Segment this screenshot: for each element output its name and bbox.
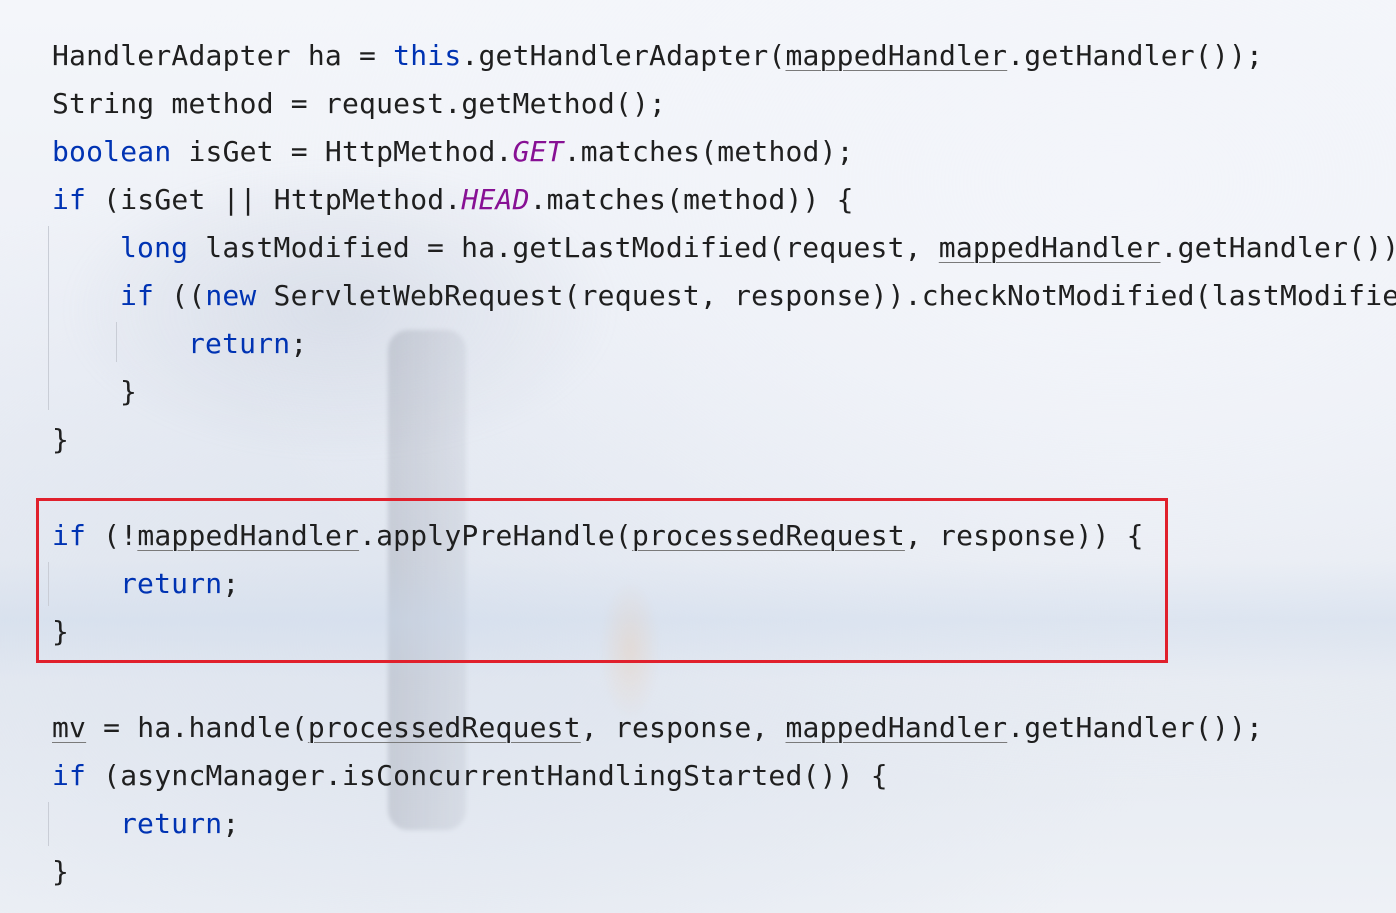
- code-line[interactable]: return;: [188, 324, 307, 364]
- code-token: = ha.handle(: [86, 711, 308, 744]
- variable-token: mappedHandler: [938, 231, 1161, 264]
- code-token: }: [52, 855, 70, 888]
- code-token: .getHandler());: [1007, 711, 1264, 744]
- code-token: .matches(method)) {: [529, 183, 854, 216]
- code-line[interactable]: HandlerAdapter ha = this.getHandlerAdapt…: [52, 36, 1263, 76]
- code-token: , response,: [580, 711, 786, 744]
- code-token: .getHandlerAdapter(: [461, 39, 786, 72]
- code-token: (asyncManager.isConcurrentHandlingStarte…: [86, 759, 888, 792]
- keyword-token: if: [52, 183, 87, 216]
- code-line[interactable]: }: [52, 420, 69, 460]
- code-line[interactable]: String method = request.getMethod();: [52, 84, 666, 124]
- keyword-token: boolean: [52, 135, 172, 168]
- keyword-token: this: [393, 39, 462, 72]
- code-token: .getHandler()): [1160, 231, 1396, 264]
- keyword-token: return: [120, 807, 223, 840]
- code-editor[interactable]: HandlerAdapter ha = this.getHandlerAdapt…: [0, 0, 1396, 913]
- code-line[interactable]: boolean isGet = HttpMethod.GET.matches(m…: [52, 132, 854, 172]
- code-token: String method = request.getMethod();: [52, 87, 667, 120]
- code-token: ;: [290, 327, 308, 360]
- indent-guide: [116, 322, 117, 362]
- code-token: lastModified = ha.getLastModified(reques…: [188, 231, 939, 264]
- keyword-token: return: [188, 327, 291, 360]
- code-token: (isGet || HttpMethod.: [86, 183, 462, 216]
- code-line[interactable]: return;: [120, 804, 239, 844]
- keyword-token: if: [120, 279, 155, 312]
- keyword-token: new: [205, 279, 257, 312]
- keyword-token: long: [120, 231, 189, 264]
- code-token: .getHandler());: [1007, 39, 1264, 72]
- highlight-box: [36, 498, 1168, 663]
- code-line[interactable]: }: [120, 372, 137, 412]
- code-token: HandlerAdapter ha =: [52, 39, 394, 72]
- variable-token: mappedHandler: [785, 711, 1008, 744]
- code-line[interactable]: long lastModified = ha.getLastModified(r…: [120, 228, 1396, 268]
- static-field-token: HEAD: [461, 183, 530, 216]
- code-token: isGet = HttpMethod.: [171, 135, 513, 168]
- code-line[interactable]: mv = ha.handle(processedRequest, respons…: [52, 708, 1263, 748]
- code-line[interactable]: if (asyncManager.isConcurrentHandlingSta…: [52, 756, 888, 796]
- code-token: }: [120, 375, 138, 408]
- code-token: .matches(method);: [563, 135, 854, 168]
- variable-token: processedRequest: [307, 711, 581, 744]
- keyword-token: if: [52, 759, 87, 792]
- code-token: ServletWebRequest(request, response)).ch…: [256, 279, 1396, 312]
- variable-token: mv: [52, 711, 87, 744]
- code-token: }: [52, 423, 70, 456]
- variable-token: mappedHandler: [785, 39, 1008, 72]
- code-line[interactable]: }: [52, 852, 69, 892]
- indent-guide: [48, 802, 49, 846]
- code-token: ((: [154, 279, 206, 312]
- static-field-token: GET: [512, 135, 564, 168]
- code-token: ;: [222, 807, 240, 840]
- indent-guide: [48, 226, 49, 410]
- code-line[interactable]: if (isGet || HttpMethod.HEAD.matches(met…: [52, 180, 854, 220]
- code-line[interactable]: if ((new ServletWebRequest(request, resp…: [120, 276, 1396, 316]
